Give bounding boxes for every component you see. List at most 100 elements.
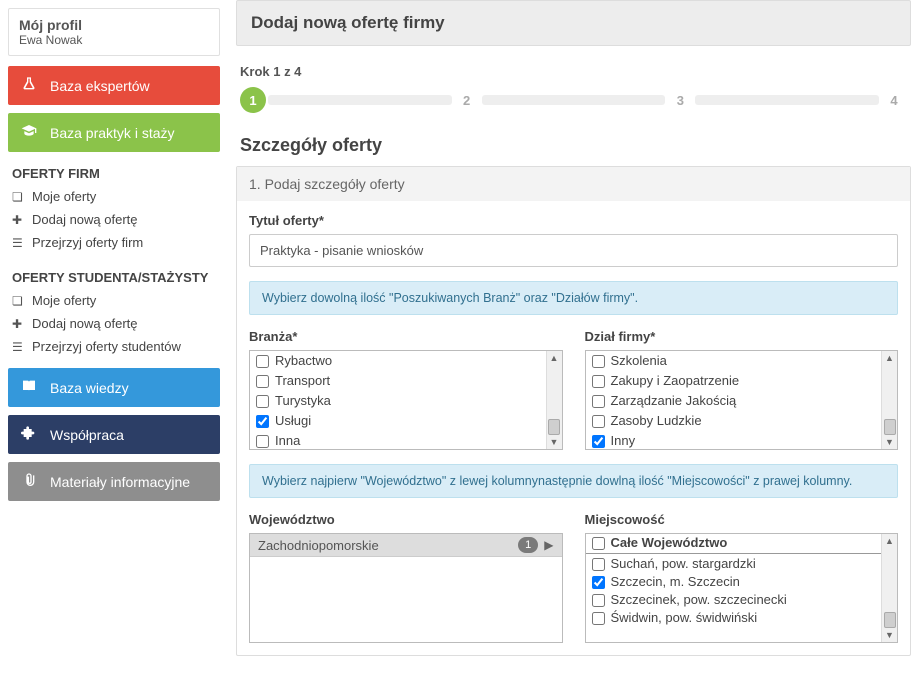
- scroll-up-icon[interactable]: ▲: [885, 353, 894, 363]
- checkbox[interactable]: [592, 558, 605, 571]
- step-bar: [482, 95, 666, 105]
- graduation-icon: [20, 123, 38, 142]
- scroll-thumb[interactable]: [884, 419, 896, 435]
- nav-materials[interactable]: Materiały informacyjne: [8, 462, 220, 501]
- sidebar: Mój profil Ewa Nowak Baza ekspertów Baza…: [0, 0, 228, 690]
- scroll-down-icon[interactable]: ▼: [885, 437, 894, 447]
- nav-internships[interactable]: Baza praktyk i staży: [8, 113, 220, 152]
- woj-selected-row[interactable]: Zachodniopomorskie 1 ▶: [250, 534, 562, 557]
- profile-user: Ewa Nowak: [19, 33, 209, 47]
- dept-option[interactable]: Szkolenia: [586, 351, 882, 371]
- loc-option[interactable]: Suchań, pow. stargardzki: [586, 555, 882, 573]
- info-locations: Wybierz najpierw "Województwo" z lewej k…: [249, 464, 898, 498]
- dept-option-label: Inny: [611, 432, 636, 449]
- firm-add-offer[interactable]: ✚ Dodaj nową ofertę: [8, 208, 220, 231]
- firm-my-offers[interactable]: ❏ Moje oferty: [8, 185, 220, 208]
- branch-option[interactable]: Inna: [250, 431, 546, 449]
- student-my-offers[interactable]: ❏ Moje oferty: [8, 289, 220, 312]
- woj-listbox[interactable]: Zachodniopomorskie 1 ▶: [249, 533, 563, 643]
- loc-option-label: Świdwin, pow. świdwiński: [611, 609, 758, 627]
- details-panel: 1. Podaj szczegóły oferty Tytuł oferty* …: [236, 166, 911, 656]
- scrollbar[interactable]: ▲ ▼: [546, 351, 562, 449]
- branch-option[interactable]: Rybactwo: [250, 351, 546, 371]
- checkbox[interactable]: [592, 415, 605, 428]
- group-student-title: OFERTY STUDENTA/STAŻYSTY: [8, 264, 220, 289]
- scroll-up-icon[interactable]: ▲: [550, 353, 559, 363]
- scroll-thumb[interactable]: [884, 612, 896, 628]
- chevron-right-icon: ▶: [544, 538, 553, 552]
- checkbox[interactable]: [592, 537, 605, 550]
- step-1[interactable]: 1: [240, 87, 266, 113]
- firm-add-offer-label: Dodaj nową ofertę: [32, 212, 138, 227]
- firm-browse-label: Przejrzyj oferty firm: [32, 235, 143, 250]
- loc-option[interactable]: Całe Województwo: [586, 534, 882, 554]
- dept-option[interactable]: Zarządzanie Jakością: [586, 391, 882, 411]
- checkbox[interactable]: [592, 576, 605, 589]
- nav-experts[interactable]: Baza ekspertów: [8, 66, 220, 105]
- scrollbar[interactable]: ▲ ▼: [881, 351, 897, 449]
- branch-option-label: Rybactwo: [275, 352, 332, 370]
- attachment-icon: [20, 472, 38, 491]
- woj-count-badge: 1: [518, 537, 538, 553]
- loc-option-label: Suchań, pow. stargardzki: [611, 555, 756, 573]
- section-title: Szczegóły oferty: [236, 135, 911, 156]
- woj-label: Województwo: [249, 512, 563, 527]
- title-input[interactable]: [249, 234, 898, 267]
- nav-cooperation[interactable]: Współpraca: [8, 415, 220, 454]
- checkbox[interactable]: [592, 375, 605, 388]
- step-bar: [695, 95, 879, 105]
- student-add-offer[interactable]: ✚ Dodaj nową ofertę: [8, 312, 220, 335]
- checkbox[interactable]: [592, 594, 605, 607]
- loc-option-label: Szczecin, m. Szczecin: [611, 573, 740, 591]
- nav-knowledge-label: Baza wiedzy: [50, 380, 129, 396]
- firm-browse[interactable]: ☰ Przejrzyj oferty firm: [8, 231, 220, 254]
- checkbox[interactable]: [256, 395, 269, 408]
- loc-listbox[interactable]: Całe WojewództwoSuchań, pow. stargardzki…: [585, 533, 899, 643]
- checkbox[interactable]: [592, 395, 605, 408]
- loc-option[interactable]: Szczecinek, pow. szczecinecki: [586, 591, 882, 609]
- scrollbar[interactable]: ▲ ▼: [881, 534, 897, 642]
- checkbox[interactable]: [592, 355, 605, 368]
- branch-listbox[interactable]: RybactwoTransportTurystykaUsługiInna ▲ ▼: [249, 350, 563, 450]
- checkbox[interactable]: [256, 355, 269, 368]
- branch-option[interactable]: Transport: [250, 371, 546, 391]
- step-bar: [268, 95, 452, 105]
- checkbox[interactable]: [592, 435, 605, 448]
- dept-option[interactable]: Zasoby Ludzkie: [586, 411, 882, 431]
- profile-box[interactable]: Mój profil Ewa Nowak: [8, 8, 220, 56]
- student-my-offers-label: Moje oferty: [32, 293, 96, 308]
- loc-option[interactable]: Szczecin, m. Szczecin: [586, 573, 882, 591]
- dept-option[interactable]: Zakupy i Zaopatrzenie: [586, 371, 882, 391]
- main: Dodaj nową ofertę firmy Krok 1 z 4 1 2 3…: [228, 0, 919, 690]
- dept-option[interactable]: Inny: [586, 431, 882, 449]
- checkbox[interactable]: [256, 415, 269, 428]
- branch-option[interactable]: Turystyka: [250, 391, 546, 411]
- scroll-up-icon[interactable]: ▲: [885, 536, 894, 546]
- scroll-down-icon[interactable]: ▼: [885, 630, 894, 640]
- scroll-down-icon[interactable]: ▼: [550, 437, 559, 447]
- student-add-offer-label: Dodaj nową ofertę: [32, 316, 138, 331]
- page-title: Dodaj nową ofertę firmy: [236, 0, 911, 46]
- checkbox[interactable]: [256, 435, 269, 448]
- dept-listbox[interactable]: SzkoleniaZakupy i ZaopatrzenieZarządzani…: [585, 350, 899, 450]
- dept-option-label: Zakupy i Zaopatrzenie: [611, 372, 740, 390]
- book-icon: [20, 378, 38, 397]
- step-2[interactable]: 2: [454, 87, 480, 113]
- step-4[interactable]: 4: [881, 87, 907, 113]
- nav-knowledge[interactable]: Baza wiedzy: [8, 368, 220, 407]
- step-3[interactable]: 3: [667, 87, 693, 113]
- checkbox[interactable]: [256, 375, 269, 388]
- flask-icon: [20, 76, 38, 95]
- branch-option-label: Inna: [275, 432, 300, 449]
- loc-option[interactable]: Świdwin, pow. świdwiński: [586, 609, 882, 627]
- branch-option[interactable]: Usługi: [250, 411, 546, 431]
- branch-label: Branża*: [249, 329, 563, 344]
- scroll-thumb[interactable]: [548, 419, 560, 435]
- student-browse-label: Przejrzyj oferty studentów: [32, 339, 181, 354]
- group-firm-title: OFERTY FIRM: [8, 160, 220, 185]
- student-browse[interactable]: ☰ Przejrzyj oferty studentów: [8, 335, 220, 358]
- branch-option-label: Turystyka: [275, 392, 331, 410]
- dept-label: Dział firmy*: [585, 329, 899, 344]
- step-label: Krok 1 z 4: [236, 64, 911, 79]
- woj-selected-text: Zachodniopomorskie: [258, 538, 379, 553]
